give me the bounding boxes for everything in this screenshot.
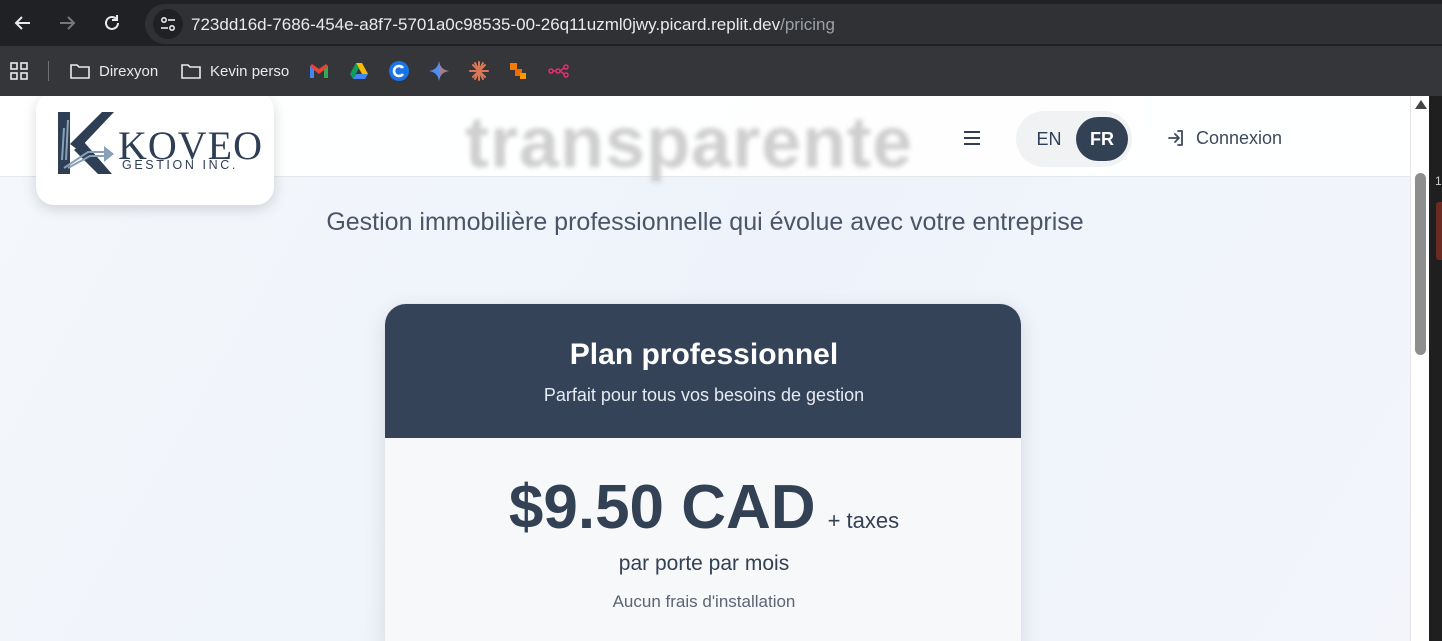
page-heading-behind-header: transparente (465, 103, 914, 183)
reload-icon (105, 15, 119, 30)
bookmark-kevin-perso[interactable]: Kevin perso (180, 59, 289, 83)
bookmark-claude[interactable] (469, 59, 497, 83)
page-subtitle: Gestion immobilière professionnelle qui … (326, 208, 1084, 236)
edge-red-bar (1436, 202, 1442, 260)
folder-icon (181, 64, 201, 79)
scroll-up-arrow-icon[interactable] (1415, 100, 1427, 109)
tune-icon (160, 16, 176, 32)
lang-en-button[interactable]: EN (1024, 117, 1074, 161)
plan-title: Plan professionnel (569, 338, 839, 371)
forward-arrow-icon (60, 16, 76, 30)
browser-toolbar: 723dd16d-7686-454e-a8f7-5701a0c98535-00-… (0, 0, 1442, 46)
bookmark-gmail[interactable] (309, 59, 337, 83)
bookmark-label: Direxyon (99, 62, 159, 80)
language-toggle: EN FR (1016, 111, 1132, 167)
price-unit: par porte par mois (618, 552, 790, 575)
login-icon (1168, 130, 1183, 146)
site-info-button[interactable] (153, 9, 183, 39)
bookmark-gemini[interactable] (429, 59, 457, 83)
address-bar[interactable]: 723dd16d-7686-454e-a8f7-5701a0c98535-00-… (145, 4, 1442, 44)
claude-icon (469, 61, 489, 81)
apps-grid-icon (10, 62, 28, 80)
forward-button[interactable] (52, 8, 82, 38)
hamburger-icon (964, 131, 980, 145)
folder-icon (70, 64, 90, 79)
login-label: Connexion (1196, 127, 1283, 148)
edge-mark: 1 (1435, 174, 1442, 188)
bookmark-label: Kevin perso (210, 62, 290, 80)
page-scrollbar[interactable] (1410, 96, 1429, 641)
bookmarks-bar: Direxyon Kevin perso (0, 46, 1442, 96)
workflow-icon (548, 64, 569, 78)
adjacent-window-edge: 1 (1429, 96, 1442, 641)
reload-button[interactable] (97, 8, 127, 38)
price-row: $9.50 CAD + taxes (385, 472, 1021, 543)
bookmark-tasks[interactable] (509, 59, 535, 83)
gemini-icon (429, 61, 449, 81)
menu-button[interactable] (958, 124, 986, 152)
pricing-card: Plan professionnel Parfait pour tous vos… (384, 303, 1022, 641)
price-taxes: + taxes (827, 508, 900, 533)
scrollbar-thumb[interactable] (1415, 173, 1426, 355)
bookmark-c-app[interactable] (389, 59, 417, 83)
bookmark-separator (48, 61, 49, 81)
bookmark-drive[interactable] (349, 59, 377, 83)
pricing-card-header: Plan professionnel Parfait pour tous vos… (385, 304, 1021, 438)
apps-button[interactable] (9, 59, 37, 83)
tasks-icon (510, 63, 526, 79)
url-host: 723dd16d-7686-454e-a8f7-5701a0c98535-00-… (191, 15, 781, 34)
plan-description: Parfait pour tous vos besoins de gestion (543, 385, 865, 405)
koveo-k-mark-icon (58, 112, 114, 174)
c-app-icon (389, 61, 409, 81)
lang-fr-button[interactable]: FR (1076, 117, 1128, 161)
page-viewport: transparente EN FR Connexion KOVEO GESTI… (0, 96, 1410, 641)
url-path: /pricing (780, 15, 835, 34)
bookmark-workflow[interactable] (548, 59, 578, 83)
logo-subtitle: GESTION INC. (122, 158, 238, 172)
back-arrow-icon (14, 16, 30, 30)
back-button[interactable] (8, 8, 38, 38)
google-drive-icon (350, 63, 368, 79)
no-setup-fee-note: Aucun frais d'installation (612, 592, 796, 611)
plan-price: $9.50 CAD (508, 473, 816, 542)
logo[interactable]: KOVEO GESTION INC. (36, 96, 274, 205)
login-link[interactable]: Connexion (1166, 124, 1282, 152)
gmail-icon (310, 64, 328, 78)
url-text: 723dd16d-7686-454e-a8f7-5701a0c98535-00-… (191, 15, 835, 35)
bookmark-direxyon[interactable]: Direxyon (69, 59, 158, 83)
